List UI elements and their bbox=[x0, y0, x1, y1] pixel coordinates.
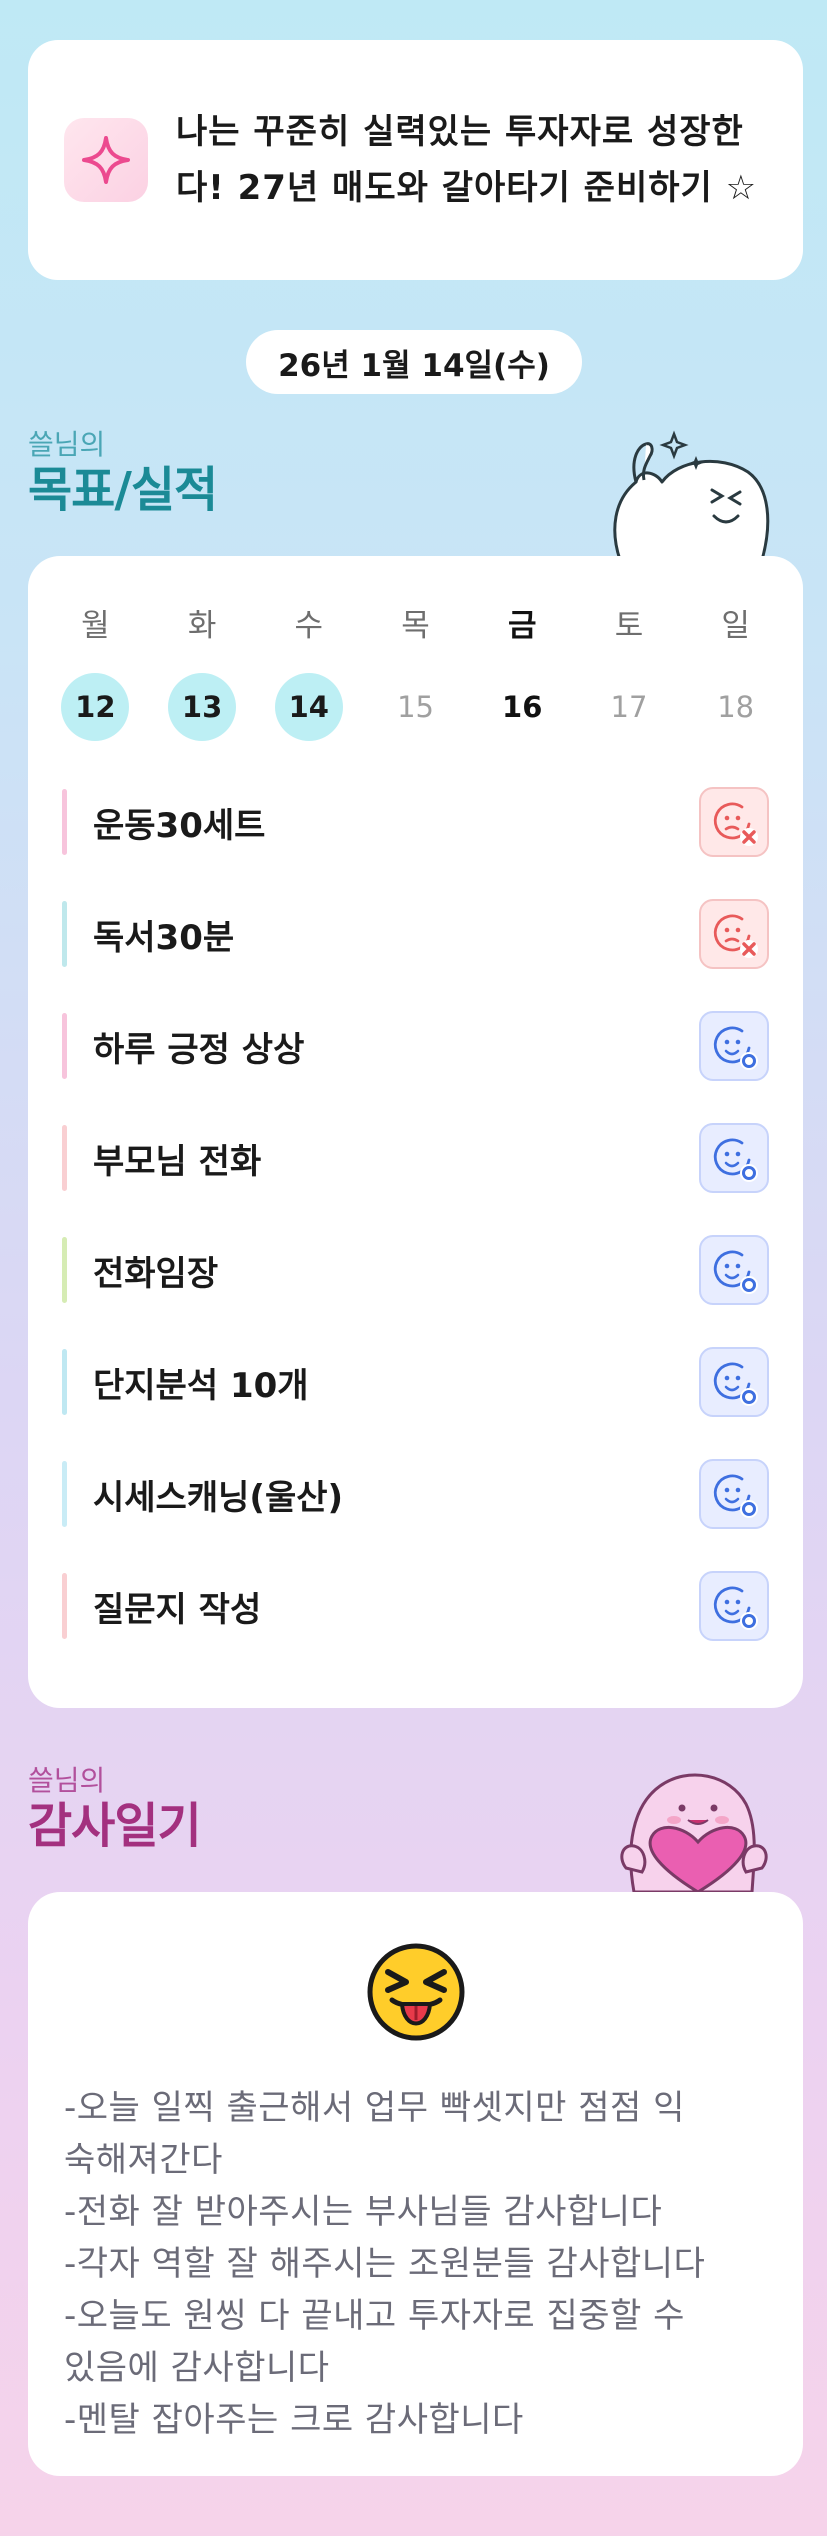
goal-row[interactable]: 시세스캐닝(울산) bbox=[28, 1438, 803, 1550]
success-face-icon[interactable] bbox=[699, 1459, 769, 1529]
day-number: 14 bbox=[274, 673, 343, 741]
goal-name: 질문지 작성 bbox=[93, 1589, 262, 1630]
day-label: 수 bbox=[294, 608, 324, 644]
goal-row[interactable]: 하루 긍정 상상 bbox=[28, 990, 803, 1102]
goal-row[interactable]: 운동30세트 bbox=[28, 766, 803, 878]
day-number: 12 bbox=[61, 673, 130, 741]
goals-section-title: 목표/실적 bbox=[28, 462, 218, 518]
diary-line: -오늘도 원씽 다 끝내고 투자자로 집중할 수 bbox=[64, 2296, 685, 2336]
success-face-icon[interactable] bbox=[699, 1347, 769, 1417]
thanks-section-title: 감사일기 bbox=[28, 1798, 202, 1854]
goals-section-subtitle: 쓸님의 bbox=[28, 428, 106, 461]
goal-list: 운동30세트독서30분하루 긍정 상상부모님 전화전화임장단지분석 10개시세스… bbox=[28, 766, 803, 1662]
success-face-icon[interactable] bbox=[699, 1123, 769, 1193]
goal-color-bar bbox=[62, 789, 67, 855]
goal-name: 전화임장 bbox=[93, 1253, 219, 1294]
date-pill[interactable]: 26년 1월 14일(수) bbox=[246, 330, 582, 394]
success-face-icon[interactable] bbox=[699, 1571, 769, 1641]
goal-row[interactable]: 전화임장 bbox=[28, 1214, 803, 1326]
goal-color-bar bbox=[62, 1349, 67, 1415]
diary-text: -오늘 일찍 출근해서 업무 빡셋지만 점점 익숙해져간다 -전화 잘 받아주시는… bbox=[28, 2082, 803, 2446]
goal-row[interactable]: 질문지 작성 bbox=[28, 1550, 803, 1662]
day-label: 토 bbox=[614, 608, 644, 644]
day-label: 화 bbox=[187, 608, 217, 644]
day-label: 목 bbox=[401, 608, 430, 644]
goal-name: 시세스캐닝(울산) bbox=[93, 1477, 344, 1518]
day-number: 18 bbox=[717, 690, 755, 724]
sparkle-icon bbox=[64, 118, 148, 202]
day-fri[interactable]: 금 16 bbox=[469, 606, 576, 742]
ghost-mascot-icon bbox=[600, 420, 780, 564]
goal-name: 하루 긍정 상상 bbox=[93, 1029, 305, 1070]
goal-name: 단지분석 10개 bbox=[93, 1365, 309, 1406]
thanks-section-heading: 쓸님의 감사일기 bbox=[28, 1764, 202, 1854]
diary-line: -오늘 일찍 출근해서 업무 빡셋지만 점점 익 bbox=[64, 2088, 685, 2128]
goal-color-bar bbox=[62, 1573, 67, 1639]
day-wed[interactable]: 수 14 bbox=[255, 606, 362, 742]
goal-row[interactable]: 부모님 전화 bbox=[28, 1102, 803, 1214]
goals-card: 월 12 화 13 수 14 목 15 금 16 토 17 일 18 운동30세… bbox=[28, 556, 803, 1708]
week-strip: 월 12 화 13 수 14 목 15 금 16 토 17 일 18 bbox=[28, 606, 803, 742]
day-thu[interactable]: 목 15 bbox=[362, 606, 469, 742]
diary-line: 숙해져간다 bbox=[64, 2140, 223, 2180]
success-face-icon[interactable] bbox=[699, 1235, 769, 1305]
goal-color-bar bbox=[62, 1013, 67, 1079]
success-face-icon[interactable] bbox=[699, 1011, 769, 1081]
diary-card: -오늘 일찍 출근해서 업무 빡셋지만 점점 익숙해져간다 -전화 잘 받아주시는… bbox=[28, 1892, 803, 2476]
goals-section-heading: 쓸님의 목표/실적 bbox=[28, 428, 218, 518]
day-label: 월 bbox=[81, 608, 110, 644]
day-number: 15 bbox=[397, 690, 434, 724]
day-label: 일 bbox=[721, 608, 750, 644]
day-label: 금 bbox=[507, 608, 537, 644]
goal-color-bar bbox=[62, 1237, 67, 1303]
day-sun[interactable]: 일 18 bbox=[682, 606, 789, 742]
day-tue[interactable]: 화 13 bbox=[149, 606, 256, 742]
day-mon[interactable]: 월 12 bbox=[42, 606, 149, 742]
goal-text: 나는 꾸준히 실력있는 투자자로 성장한다! 27년 매도와 갈아타기 준비하기… bbox=[176, 112, 758, 208]
squinting-tongue-face-icon bbox=[366, 1942, 466, 2046]
fail-face-icon[interactable] bbox=[699, 899, 769, 969]
goal-name: 독서30분 bbox=[93, 917, 235, 958]
heart-mascot-icon bbox=[604, 1758, 774, 1896]
diary-line: -멘탈 잡아주는 크로 감사합니다 bbox=[64, 2400, 524, 2440]
diary-line: -전화 잘 받아주시는 부사님들 감사합니다 bbox=[64, 2192, 663, 2232]
thanks-section-subtitle: 쓸님의 bbox=[28, 1764, 106, 1797]
goal-color-bar bbox=[62, 1125, 67, 1191]
goal-row[interactable]: 단지분석 10개 bbox=[28, 1326, 803, 1438]
goal-color-bar bbox=[62, 901, 67, 967]
goal-name: 운동30세트 bbox=[93, 805, 266, 846]
day-number: 13 bbox=[168, 673, 237, 741]
day-number: 17 bbox=[610, 690, 648, 724]
goal-row[interactable]: 독서30분 bbox=[28, 878, 803, 990]
goal-name: 부모님 전화 bbox=[93, 1141, 262, 1182]
day-sat[interactable]: 토 17 bbox=[576, 606, 683, 742]
goal-color-bar bbox=[62, 1461, 67, 1527]
diary-line: 있음에 감사합니다 bbox=[64, 2348, 330, 2388]
diary-line: -각자 역할 잘 해주시는 조원분들 감사합니다 bbox=[64, 2244, 706, 2284]
day-number: 16 bbox=[502, 690, 543, 724]
goal-banner[interactable]: 나는 꾸준히 실력있는 투자자로 성장한다! 27년 매도와 갈아타기 준비하기… bbox=[28, 40, 803, 280]
fail-face-icon[interactable] bbox=[699, 787, 769, 857]
